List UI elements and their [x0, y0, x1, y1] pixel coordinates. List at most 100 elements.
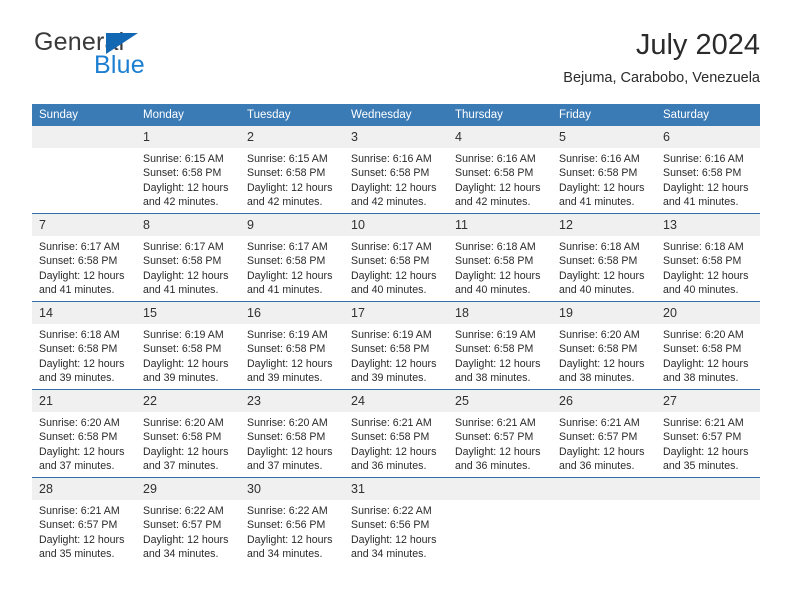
- day-info-line: and 40 minutes.: [663, 284, 739, 297]
- calendar-day-cell[interactable]: 10 Sunrise: 6:17 AM Sunset: 6:58 PM Dayligh…: [344, 213, 448, 302]
- day-info-line: Sunrise: 6:21 AM: [351, 417, 432, 429]
- day-info-line: Sunset: 6:58 PM: [143, 255, 222, 268]
- calendar-day-cell[interactable]: 14 Sunrise: 6:18 AM Sunset: 6:58 PM Dayligh…: [32, 301, 136, 390]
- calendar-empty-cell: [448, 477, 552, 565]
- day-info-line: Sunrise: 6:18 AM: [663, 241, 744, 253]
- day-info-line: and 40 minutes.: [351, 284, 427, 297]
- day-info-line: Sunrise: 6:17 AM: [351, 241, 432, 253]
- calendar-day-cell[interactable]: 29 Sunrise: 6:22 AM Sunset: 6:57 PM Dayligh…: [136, 477, 240, 565]
- calendar-day-cell[interactable]: 7 Sunrise: 6:17 AM Sunset: 6:58 PM Daylight…: [32, 213, 136, 302]
- day-info-line: Sunrise: 6:20 AM: [39, 417, 120, 429]
- calendar-day-cell[interactable]: 25 Sunrise: 6:21 AM Sunset: 6:57 PM Dayligh…: [448, 389, 552, 478]
- calendar-day-cell[interactable]: 28 Sunrise: 6:21 AM Sunset: 6:57 PM Dayligh…: [32, 477, 136, 565]
- day-info-line: Sunset: 6:58 PM: [143, 343, 222, 356]
- calendar-head: Sunday Monday Tuesday Wednesday Thursday Frid…: [32, 104, 760, 126]
- day-info-line: Daylight: 12 hours: [143, 269, 229, 282]
- day-sun-info: Sunrise: 6:15 AM Sunset: 6:58 PM Daylight:…: [136, 148, 240, 210]
- day-info-line: Sunset: 6:58 PM: [455, 167, 534, 180]
- calendar-day-cell[interactable]: 24 Sunrise: 6:21 AM Sunset: 6:58 PM Dayligh…: [344, 389, 448, 478]
- calendar-week-row: 14 Sunrise: 6:18 AM Sunset: 6:58 PM Dayligh…: [32, 301, 760, 390]
- day-info-line: Daylight: 12 hours: [351, 445, 437, 458]
- day-info-line: Daylight: 12 hours: [39, 445, 125, 458]
- calendar-day-cell[interactable]: 4 Sunrise: 6:16 AM Sunset: 6:58 PM Daylight…: [448, 126, 552, 214]
- calendar-day-cell[interactable]: 23 Sunrise: 6:20 AM Sunset: 6:58 PM Dayligh…: [240, 389, 344, 478]
- calendar-day-cell[interactable]: 12 Sunrise: 6:18 AM Sunset: 6:58 PM Dayligh…: [552, 213, 656, 302]
- day-sun-info: Sunrise: 6:20 AM Sunset: 6:58 PM Daylight:…: [32, 412, 136, 474]
- day-info-line: Sunrise: 6:20 AM: [143, 417, 224, 429]
- day-info-line: Sunset: 6:58 PM: [663, 343, 742, 356]
- weekday-header-wednesday: Wednesday: [344, 104, 448, 126]
- calendar-empty-cell: [552, 477, 656, 565]
- calendar-day-cell[interactable]: 30 Sunrise: 6:22 AM Sunset: 6:56 PM Dayligh…: [240, 477, 344, 565]
- day-sun-info: Sunrise: 6:17 AM Sunset: 6:58 PM Daylight:…: [32, 236, 136, 298]
- day-number: 25: [448, 390, 552, 412]
- day-info-line: Daylight: 12 hours: [455, 181, 541, 194]
- calendar-day-cell[interactable]: 9 Sunrise: 6:17 AM Sunset: 6:58 PM Daylight…: [240, 213, 344, 302]
- calendar-day-cell[interactable]: 16 Sunrise: 6:19 AM Sunset: 6:58 PM Dayligh…: [240, 301, 344, 390]
- calendar-day-cell[interactable]: 5 Sunrise: 6:16 AM Sunset: 6:58 PM Daylight…: [552, 126, 656, 214]
- day-info-line: and 41 minutes.: [143, 284, 219, 297]
- calendar-day-cell[interactable]: 11 Sunrise: 6:18 AM Sunset: 6:58 PM Dayligh…: [448, 213, 552, 302]
- day-info-line: Sunrise: 6:21 AM: [39, 505, 120, 517]
- day-number: [32, 126, 136, 148]
- day-number: 28: [32, 478, 136, 500]
- day-info-line: and 37 minutes.: [143, 460, 219, 473]
- day-info-line: Sunrise: 6:19 AM: [143, 329, 224, 341]
- calendar-day-cell[interactable]: 15 Sunrise: 6:19 AM Sunset: 6:58 PM Dayligh…: [136, 301, 240, 390]
- calendar-day-cell[interactable]: 27 Sunrise: 6:21 AM Sunset: 6:57 PM Dayligh…: [656, 389, 760, 478]
- day-info-line: Sunset: 6:58 PM: [351, 431, 430, 444]
- day-number: 30: [240, 478, 344, 500]
- day-info-line: Sunrise: 6:16 AM: [455, 153, 536, 165]
- calendar-day-cell[interactable]: 26 Sunrise: 6:21 AM Sunset: 6:57 PM Dayligh…: [552, 389, 656, 478]
- day-number: 3: [344, 126, 448, 148]
- day-info-line: Sunset: 6:57 PM: [143, 519, 222, 532]
- calendar-day-cell[interactable]: 22 Sunrise: 6:20 AM Sunset: 6:58 PM Dayligh…: [136, 389, 240, 478]
- calendar-day-cell[interactable]: 20 Sunrise: 6:20 AM Sunset: 6:58 PM Dayligh…: [656, 301, 760, 390]
- day-sun-info: Sunrise: 6:21 AM Sunset: 6:57 PM Daylight:…: [448, 412, 552, 474]
- calendar-day-cell[interactable]: 2 Sunrise: 6:15 AM Sunset: 6:58 PM Daylight…: [240, 126, 344, 214]
- calendar-day-cell[interactable]: 3 Sunrise: 6:16 AM Sunset: 6:58 PM Daylight…: [344, 126, 448, 214]
- day-sun-info: Sunrise: 6:20 AM Sunset: 6:58 PM Daylight:…: [136, 412, 240, 474]
- calendar-day-cell[interactable]: 21 Sunrise: 6:20 AM Sunset: 6:58 PM Dayligh…: [32, 389, 136, 478]
- calendar-day-cell[interactable]: 13 Sunrise: 6:18 AM Sunset: 6:58 PM Dayligh…: [656, 213, 760, 302]
- day-info-line: Sunrise: 6:15 AM: [143, 153, 224, 165]
- calendar-day-cell[interactable]: 17 Sunrise: 6:19 AM Sunset: 6:58 PM Dayligh…: [344, 301, 448, 390]
- day-number: 20: [656, 302, 760, 324]
- day-number: 26: [552, 390, 656, 412]
- calendar-empty-cell: [656, 477, 760, 565]
- day-info-line: Sunrise: 6:16 AM: [559, 153, 640, 165]
- day-info-line: Sunset: 6:57 PM: [455, 431, 534, 444]
- calendar-day-cell[interactable]: 8 Sunrise: 6:17 AM Sunset: 6:58 PM Daylight…: [136, 213, 240, 302]
- day-info-line: Sunrise: 6:21 AM: [663, 417, 744, 429]
- calendar-day-cell[interactable]: 1 Sunrise: 6:15 AM Sunset: 6:58 PM Daylight…: [136, 126, 240, 214]
- day-info-line: Sunset: 6:58 PM: [559, 167, 638, 180]
- day-info-line: Sunset: 6:58 PM: [247, 255, 326, 268]
- day-number: 8: [136, 214, 240, 236]
- day-info-line: Sunrise: 6:17 AM: [39, 241, 120, 253]
- day-number: 21: [32, 390, 136, 412]
- day-info-line: and 41 minutes.: [39, 284, 115, 297]
- logo-text-blue: Blue: [94, 51, 145, 79]
- day-info-line: Sunrise: 6:16 AM: [663, 153, 744, 165]
- day-sun-info: Sunrise: 6:22 AM Sunset: 6:56 PM Daylight:…: [344, 500, 448, 562]
- day-sun-info: Sunrise: 6:19 AM Sunset: 6:58 PM Daylight:…: [136, 324, 240, 386]
- day-info-line: Sunset: 6:58 PM: [455, 343, 534, 356]
- day-info-line: Sunset: 6:58 PM: [143, 431, 222, 444]
- day-info-line: Sunset: 6:58 PM: [663, 167, 742, 180]
- weekday-header-row: Sunday Monday Tuesday Wednesday Thursday Frid…: [32, 104, 760, 126]
- day-info-line: Sunset: 6:58 PM: [247, 431, 326, 444]
- calendar-day-cell[interactable]: 31 Sunrise: 6:22 AM Sunset: 6:56 PM Dayligh…: [344, 477, 448, 565]
- day-info-line: Daylight: 12 hours: [247, 357, 333, 370]
- calendar-day-cell[interactable]: 19 Sunrise: 6:20 AM Sunset: 6:58 PM Dayligh…: [552, 301, 656, 390]
- day-info-line: Sunrise: 6:22 AM: [143, 505, 224, 517]
- day-info-line: and 39 minutes.: [143, 372, 219, 385]
- day-info-line: Daylight: 12 hours: [247, 181, 333, 194]
- day-info-line: Daylight: 12 hours: [351, 357, 437, 370]
- general-blue-logo[interactable]: General Blue: [32, 28, 252, 88]
- day-info-line: Daylight: 12 hours: [455, 445, 541, 458]
- calendar-day-cell[interactable]: 6 Sunrise: 6:16 AM Sunset: 6:58 PM Daylight…: [656, 126, 760, 214]
- day-info-line: Daylight: 12 hours: [39, 533, 125, 546]
- day-info-line: Sunset: 6:58 PM: [351, 255, 430, 268]
- calendar-week-row: 7 Sunrise: 6:17 AM Sunset: 6:58 PM Daylight…: [32, 213, 760, 302]
- calendar-day-cell[interactable]: 18 Sunrise: 6:19 AM Sunset: 6:58 PM Dayligh…: [448, 301, 552, 390]
